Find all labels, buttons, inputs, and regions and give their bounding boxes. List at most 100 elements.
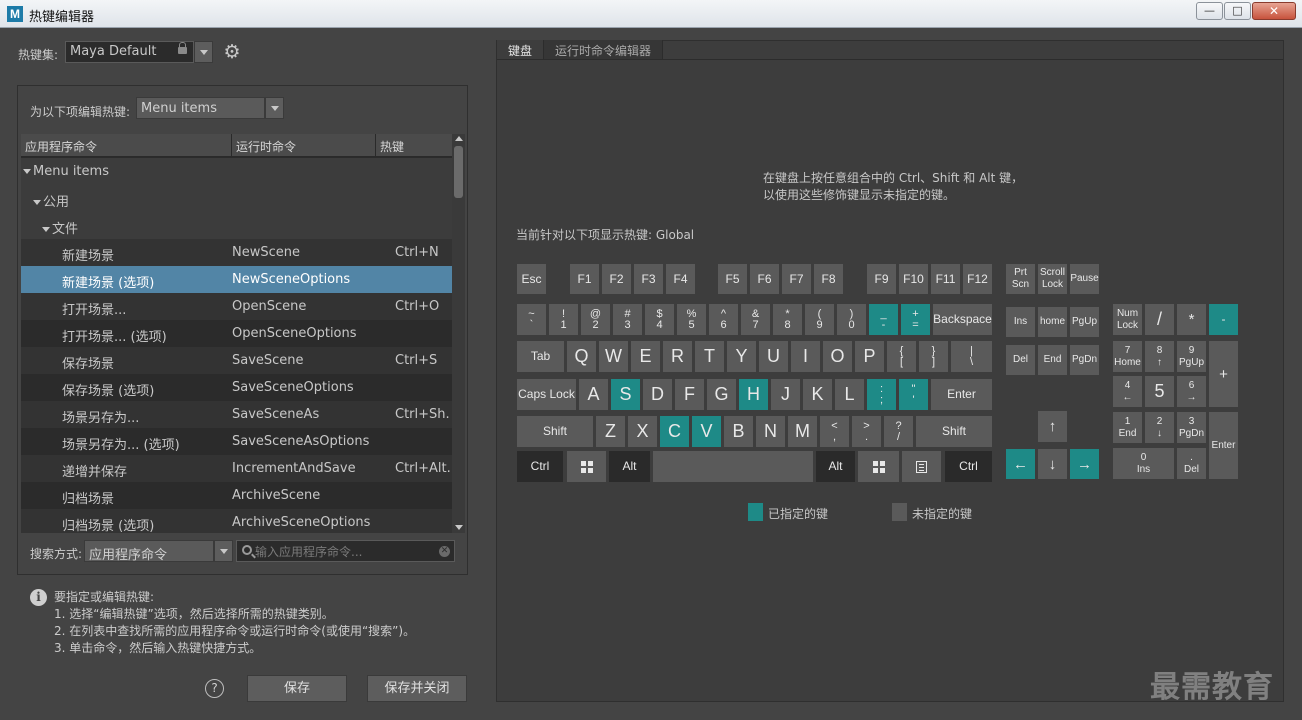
key-minus[interactable]: _ - (869, 304, 898, 335)
key-9[interactable]: (9 (805, 304, 834, 335)
key-num-add[interactable]: + (1209, 341, 1238, 407)
scroll-down-arrow-icon[interactable] (455, 525, 463, 530)
minimize-button[interactable]: — (1196, 2, 1223, 20)
key-f1[interactable]: F1 (570, 264, 599, 294)
key-w[interactable]: W (599, 341, 628, 372)
key-m[interactable]: M (788, 416, 817, 447)
key-num-decimal[interactable]: . Del (1177, 448, 1206, 479)
key-7[interactable]: & 7 (741, 304, 770, 335)
key-slash[interactable]: ? / (884, 416, 913, 447)
tab-runtime-command-editor[interactable]: 运行时命令编辑器 (544, 40, 664, 60)
key-num-6[interactable]: 6 → (1177, 376, 1206, 407)
key-e[interactable]: E (631, 341, 660, 372)
key-num-1[interactable]: 1 End (1113, 412, 1142, 443)
key-0[interactable]: ) 0 (837, 304, 866, 335)
key-backspace[interactable]: Backspace (933, 304, 992, 335)
key-f6[interactable]: F6 (750, 264, 779, 294)
tree-node-file[interactable]: 文件 (21, 212, 453, 239)
key-o[interactable]: O (823, 341, 852, 372)
key-caps-lock[interactable]: Caps Lock (517, 379, 576, 410)
key-q[interactable]: Q (567, 341, 596, 372)
hotkey-set-dropdown-button[interactable] (194, 41, 213, 63)
key-4[interactable]: $4 (645, 304, 674, 335)
key-j[interactable]: J (771, 379, 800, 410)
search-box[interactable]: ✕ (236, 540, 455, 562)
key-s[interactable]: S (611, 379, 640, 410)
key-f11[interactable]: F11 (931, 264, 960, 294)
key-delete[interactable]: Del (1006, 345, 1035, 375)
key-arrow-down[interactable]: ↓ (1038, 449, 1067, 479)
table-row[interactable]: 保存场景 (选项) SaveSceneOptions (21, 374, 453, 401)
key-h[interactable]: H (739, 379, 768, 410)
key-z[interactable]: Z (596, 416, 625, 447)
key-tab[interactable]: Tab (517, 341, 564, 372)
key-u[interactable]: U (759, 341, 788, 372)
table-row[interactable]: 归档场景 ArchiveScene (21, 482, 453, 509)
save-button[interactable]: 保存 (247, 675, 347, 702)
key-f3[interactable]: F3 (634, 264, 663, 294)
key-left-shift[interactable]: Shift (517, 416, 593, 447)
key-page-up[interactable]: PgUp (1070, 307, 1099, 337)
table-row[interactable]: 递增并保存 IncrementAndSave Ctrl+Alt... (21, 455, 453, 482)
expand-triangle-icon[interactable] (42, 227, 50, 232)
key-arrow-up[interactable]: ↑ (1038, 411, 1067, 442)
key-right-alt[interactable]: Alt (816, 451, 855, 482)
key-v[interactable]: V (692, 416, 721, 447)
tab-keyboard[interactable]: 键盘 (497, 40, 545, 60)
key-t[interactable]: T (695, 341, 724, 372)
search-mode-select[interactable]: 应用程序命令 (84, 540, 214, 563)
key-1[interactable]: ! 1 (549, 304, 578, 335)
key-esc[interactable]: Esc (517, 264, 546, 294)
search-input[interactable] (255, 543, 435, 560)
key-pause[interactable]: Pause (1070, 264, 1099, 294)
clear-search-icon[interactable]: ✕ (439, 546, 450, 557)
key-g[interactable]: G (707, 379, 736, 410)
table-row[interactable]: 场景另存为... (选项) SaveSceneAsOptions (21, 428, 453, 455)
scrollbar-thumb[interactable] (454, 146, 463, 198)
key-arrow-right[interactable]: → (1070, 449, 1099, 479)
key-arrow-left[interactable]: ← (1006, 449, 1035, 479)
key-num-0[interactable]: 0 Ins (1113, 448, 1174, 479)
key-comma[interactable]: <, (820, 416, 849, 447)
key-a[interactable]: A (579, 379, 608, 410)
key-5[interactable]: % 5 (677, 304, 706, 335)
table-row[interactable]: 新建场景 NewScene Ctrl+N (21, 239, 453, 266)
key-num-9[interactable]: 9 PgUp (1177, 341, 1206, 372)
key-b[interactable]: B (724, 416, 753, 447)
key-print-screen[interactable]: Prt Scn (1006, 264, 1035, 294)
edit-for-select[interactable]: Menu items (136, 97, 265, 119)
key-f9[interactable]: F9 (867, 264, 896, 294)
key-end[interactable]: End (1038, 345, 1067, 375)
key-right-windows[interactable] (858, 451, 899, 482)
key-page-down[interactable]: PgDn (1070, 345, 1099, 375)
key-f8[interactable]: F8 (814, 264, 843, 294)
key-num-enter[interactable]: Enter (1209, 412, 1238, 479)
table-row[interactable]: 打开场景... (选项) OpenSceneOptions (21, 320, 453, 347)
tree-node-common[interactable]: 公用 (21, 185, 453, 212)
key-x[interactable]: X (628, 416, 657, 447)
key-k[interactable]: K (803, 379, 832, 410)
expand-triangle-icon[interactable] (33, 200, 41, 205)
key-3[interactable]: #3 (613, 304, 642, 335)
table-row[interactable]: 归档场景 (选项) ArchiveSceneOptions (21, 509, 453, 533)
key-8[interactable]: * 8 (773, 304, 802, 335)
key-6[interactable]: ^ 6 (709, 304, 738, 335)
maximize-button[interactable]: □ (1224, 2, 1251, 20)
key-d[interactable]: D (643, 379, 672, 410)
key-home[interactable]: home (1038, 307, 1067, 337)
key-backslash[interactable]: | \ (951, 341, 992, 372)
column-header-app-command[interactable]: 应用程序命令 (21, 134, 232, 157)
gear-icon[interactable]: ⚙ (222, 42, 242, 62)
save-and-close-button[interactable]: 保存并关闭 (367, 675, 467, 702)
key-left-alt[interactable]: Alt (609, 451, 650, 482)
key-menu[interactable] (902, 451, 941, 482)
table-row[interactable]: 场景另存为... SaveSceneAs Ctrl+Sh... (21, 401, 453, 428)
key-r[interactable]: R (663, 341, 692, 372)
key-f[interactable]: F (675, 379, 704, 410)
key-n[interactable]: N (756, 416, 785, 447)
table-scrollbar[interactable] (452, 134, 465, 533)
close-button[interactable]: ✕ (1252, 2, 1296, 20)
key-num-4[interactable]: 4 ← (1113, 376, 1142, 407)
key-f12[interactable]: F12 (963, 264, 992, 294)
key-num-7[interactable]: 7 Home (1113, 341, 1142, 372)
